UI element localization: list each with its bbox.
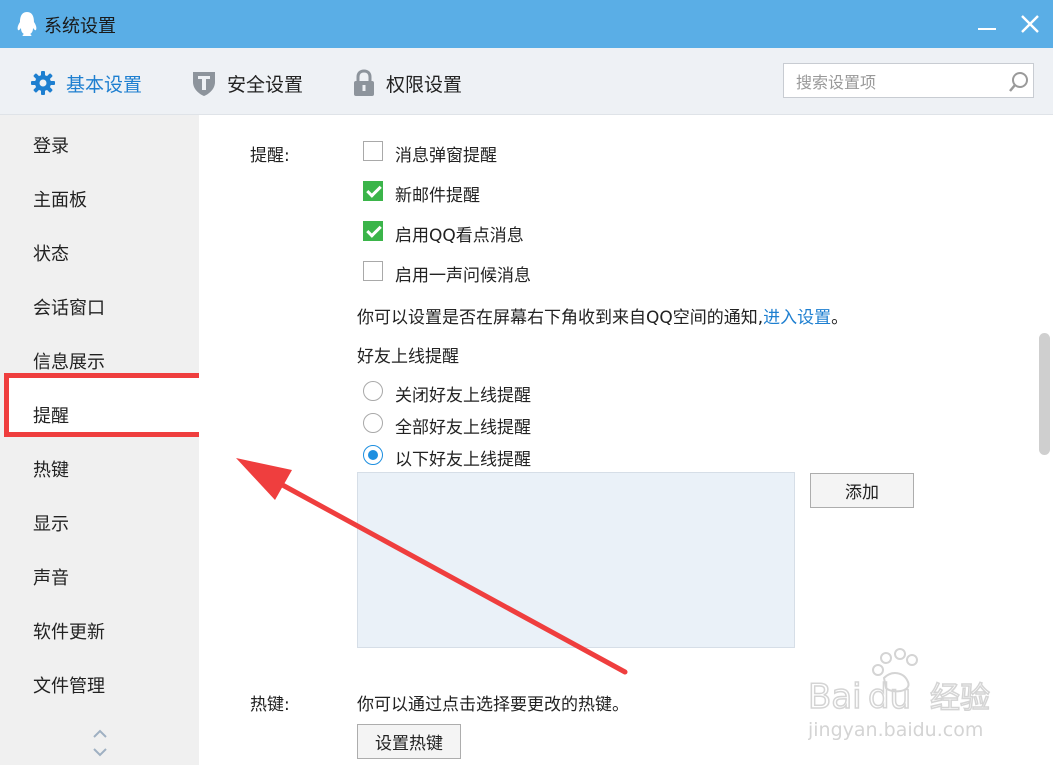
search-box[interactable] (783, 63, 1034, 98)
sidebar-item-status[interactable]: 状态 (33, 240, 69, 266)
radio-label[interactable]: 关闭好友上线提醒 (395, 381, 531, 406)
checkbox-label[interactable]: 新邮件提醒 (395, 181, 480, 206)
radio-label[interactable]: 以下好友上线提醒 (395, 445, 531, 470)
checkbox-message-popup[interactable] (363, 141, 383, 161)
radio-label[interactable]: 全部好友上线提醒 (395, 413, 531, 438)
reminder-section-label: 提醒: (250, 146, 290, 166)
tab-label: 安全设置 (227, 73, 304, 96)
sidebar-item-main-panel[interactable]: 主面板 (33, 186, 87, 212)
shield-icon (193, 72, 215, 96)
checkbox-label[interactable]: 消息弹窗提醒 (395, 141, 497, 166)
checkbox-qq-kandian[interactable] (363, 221, 383, 241)
friend-list-box[interactable] (357, 472, 795, 648)
checkbox-new-mail[interactable] (363, 181, 383, 201)
set-hotkey-button[interactable]: 设置热键 (357, 724, 461, 759)
sidebar-item-display[interactable]: 显示 (33, 510, 69, 536)
window-title: 系统设置 (44, 16, 116, 37)
checkbox-label[interactable]: 启用一声问候消息 (395, 261, 531, 286)
qq-penguin-icon (17, 12, 37, 36)
tab-security-settings[interactable]: 安全设置 (191, 68, 303, 98)
search-icon[interactable] (1008, 71, 1030, 93)
lock-icon (354, 69, 374, 96)
friend-online-title: 好友上线提醒 (357, 347, 459, 367)
svg-text:经验: 经验 (930, 681, 990, 716)
checkbox-greeting-message[interactable] (363, 261, 383, 281)
qzone-text-end: 。 (831, 308, 849, 328)
radio-all-friends-online[interactable] (363, 413, 383, 433)
sidebar (0, 115, 199, 765)
minimize-button[interactable] (978, 28, 996, 30)
tab-label: 权限设置 (386, 73, 463, 96)
hotkey-description: 你可以通过点击选择要更改的热键。 (357, 695, 629, 715)
sidebar-item-chat-window[interactable]: 会话窗口 (33, 294, 105, 320)
sidebar-item-hotkey[interactable]: 热键 (33, 456, 69, 482)
sidebar-item-login[interactable]: 登录 (33, 132, 69, 158)
sidebar-item-software-update[interactable]: 软件更新 (33, 618, 105, 644)
title-bar: 系统设置 (0, 0, 1053, 48)
radio-selected-friends-online[interactable] (363, 445, 383, 465)
svg-text:Bai: Bai (808, 677, 862, 717)
qzone-text: 你可以设置是否在屏幕右下角收到来自QQ空间的通知, (357, 308, 764, 328)
tab-permission-settings[interactable]: 权限设置 (352, 68, 462, 98)
scrollbar-thumb[interactable] (1039, 333, 1050, 455)
radio-close-friend-online[interactable] (363, 381, 383, 401)
tab-basic-settings[interactable]: 基本设置 (30, 68, 142, 98)
search-input[interactable] (794, 69, 998, 95)
sidebar-item-file-management[interactable]: 文件管理 (33, 672, 105, 698)
close-icon[interactable] (1018, 12, 1042, 36)
sidebar-item-reminder[interactable]: 提醒 (33, 402, 69, 428)
sidebar-scroll-arrows-icon[interactable] (90, 727, 110, 759)
checkbox-label[interactable]: 启用QQ看点消息 (395, 221, 524, 246)
hotkey-section-label: 热键: (250, 695, 290, 715)
enter-settings-link[interactable]: 进入设置 (763, 308, 831, 328)
baidu-jingyan-watermark: Bai du 经验 jingyan.baidu.com (808, 648, 991, 741)
sidebar-item-sound[interactable]: 声音 (33, 564, 69, 590)
tab-label: 基本设置 (66, 73, 143, 96)
add-friend-button[interactable]: 添加 (810, 473, 914, 508)
svg-text:du: du (868, 677, 911, 717)
qzone-notice-text: 你可以设置是否在屏幕右下角收到来自QQ空间的通知,进入设置。 (357, 303, 848, 328)
svg-text:jingyan.baidu.com: jingyan.baidu.com (808, 719, 983, 741)
gear-icon (31, 71, 55, 95)
sidebar-item-info-display[interactable]: 信息展示 (33, 348, 105, 374)
